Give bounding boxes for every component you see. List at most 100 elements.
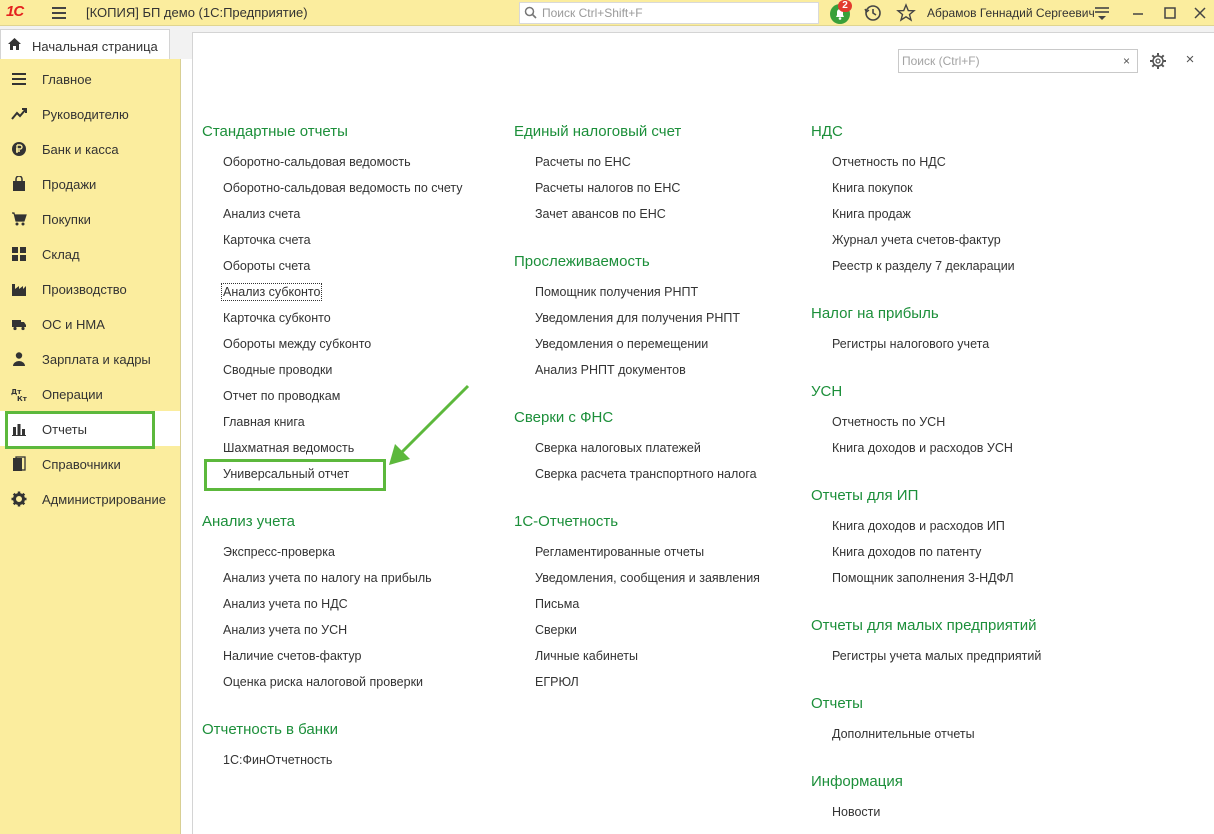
sidebar-item-label: Главное — [42, 72, 92, 87]
report-link[interactable]: Сводные проводки — [223, 363, 332, 377]
sidebar-item-bank[interactable]: Банк и касса — [0, 131, 180, 166]
panel-search-input[interactable] — [902, 53, 1092, 69]
report-link[interactable]: Новости — [832, 805, 880, 819]
report-link[interactable]: Отчет по проводкам — [223, 389, 340, 403]
sidebar-item-manager[interactable]: Руководителю — [0, 96, 180, 131]
user-name[interactable]: Абрамов Геннадий Сергеевич — [927, 6, 1095, 20]
report-link[interactable]: Оборотно-сальдовая ведомость по счету — [223, 181, 463, 195]
report-link[interactable]: Помощник получения РНПТ — [535, 285, 698, 299]
report-link[interactable]: Анализ счета — [223, 207, 300, 221]
app-logo[interactable]: 1С — [6, 3, 24, 20]
report-link[interactable]: Главная книга — [223, 415, 305, 429]
section-title-vat: НДС — [811, 123, 843, 140]
sidebar-item-operations[interactable]: Дт Кт Операции — [0, 376, 180, 411]
report-link[interactable]: Книга доходов по патенту — [832, 545, 981, 559]
panel-settings-gear-icon[interactable] — [1149, 52, 1167, 70]
report-link[interactable]: Уведомления, сообщения и заявления — [535, 571, 760, 585]
annotation-arrow-icon — [389, 384, 470, 465]
sidebar-item-purchases[interactable]: Покупки — [0, 201, 180, 236]
tab-home[interactable]: Начальная страница — [0, 29, 170, 59]
gear-icon — [11, 491, 27, 507]
report-link[interactable]: Письма — [535, 597, 579, 611]
section-title-usn: УСН — [811, 383, 843, 400]
panel-search[interactable] — [898, 49, 1118, 73]
report-link[interactable]: Регламентированные отчеты — [535, 545, 704, 559]
report-link[interactable]: Отчетность по УСН — [832, 415, 945, 429]
truck-icon — [12, 320, 26, 331]
report-link[interactable]: Реестр к разделу 7 декларации — [832, 259, 1015, 273]
report-link[interactable]: Оборотно-сальдовая ведомость — [223, 155, 411, 169]
favorites-star-icon[interactable] — [896, 3, 916, 23]
sidebar-item-catalogs[interactable]: Справочники — [0, 446, 180, 481]
report-link[interactable]: Уведомления для получения РНПТ — [535, 311, 740, 325]
report-link-universal[interactable]: Универсальный отчет — [223, 467, 349, 481]
report-link[interactable]: Обороты счета — [223, 259, 310, 273]
close-window-icon[interactable] — [1190, 3, 1210, 23]
report-link[interactable]: Анализ учета по НДС — [223, 597, 348, 611]
report-link[interactable]: Анализ учета по УСН — [223, 623, 347, 637]
report-link[interactable]: Личные кабинеты — [535, 649, 638, 663]
sidebar-item-label: Справочники — [42, 457, 121, 472]
sidebar-item-reports[interactable]: Отчеты — [0, 411, 180, 449]
report-link[interactable]: Книга покупок — [832, 181, 913, 195]
window-title: [КОПИЯ] БП демо (1С:Предприятие) — [86, 5, 308, 20]
report-link[interactable]: Помощник заполнения 3-НДФЛ — [832, 571, 1014, 585]
report-link[interactable]: Наличие счетов-фактур — [223, 649, 361, 663]
report-link[interactable]: Сверка налоговых платежей — [535, 441, 701, 455]
report-link[interactable]: Регистры учета малых предприятий — [832, 649, 1041, 663]
maximize-icon[interactable] — [1160, 3, 1180, 23]
sidebar-item-production[interactable]: Производство — [0, 271, 180, 306]
report-link[interactable]: ЕГРЮЛ — [535, 675, 579, 689]
sidebar-item-salary[interactable]: Зарплата и кадры — [0, 341, 180, 376]
report-link[interactable]: Сверка расчета транспортного налога — [535, 467, 757, 481]
report-link[interactable]: Расчеты по ЕНС — [535, 155, 631, 169]
sidebar-item-label: Руководителю — [42, 107, 129, 122]
report-link[interactable]: Карточка субконто — [223, 311, 331, 325]
report-link[interactable]: Оценка риска налоговой проверки — [223, 675, 423, 689]
report-link[interactable]: Экспресс-проверка — [223, 545, 335, 559]
section-title-info: Информация — [811, 773, 903, 790]
main-menu-icon[interactable] — [48, 3, 70, 23]
section-title-bank: Отчетность в банки — [202, 721, 338, 738]
report-link[interactable]: 1С:ФинОтчетность — [223, 753, 332, 767]
close-panel-button[interactable]: × — [1182, 52, 1198, 68]
grid-icon — [12, 247, 26, 261]
trend-icon — [11, 108, 27, 120]
report-link-focused[interactable]: Анализ субконто — [220, 283, 323, 301]
minimize-icon[interactable] — [1128, 3, 1148, 23]
report-link[interactable]: Зачет авансов по ЕНС — [535, 207, 666, 221]
report-link[interactable]: Книга доходов и расходов ИП — [832, 519, 1005, 533]
home-icon — [8, 38, 21, 50]
clear-search-button[interactable]: × — [1116, 49, 1138, 73]
report-link[interactable]: Регистры налогового учета — [832, 337, 989, 351]
settings-menu-icon[interactable] — [1092, 3, 1112, 23]
section-title-reports: Отчеты — [811, 695, 863, 712]
report-link[interactable]: Книга продаж — [832, 207, 911, 221]
sidebar-item-sales[interactable]: Продажи — [0, 166, 180, 201]
sidebar-item-label: Банк и касса — [42, 142, 119, 157]
report-link[interactable]: Шахматная ведомость — [223, 441, 354, 455]
section-title-ens: Единый налоговый счет — [514, 123, 682, 140]
report-link[interactable]: Расчеты налогов по ЕНС — [535, 181, 680, 195]
notification-count-badge: 2 — [838, 0, 852, 12]
global-search-input[interactable] — [542, 5, 812, 21]
report-link[interactable]: Журнал учета счетов-фактур — [832, 233, 1001, 247]
ruble-icon — [12, 142, 26, 156]
sidebar-item-main[interactable]: Главное — [0, 61, 180, 96]
report-link[interactable]: Анализ РНПТ документов — [535, 363, 686, 377]
global-search[interactable] — [519, 2, 819, 24]
report-link[interactable]: Карточка счета — [223, 233, 311, 247]
sidebar-item-warehouse[interactable]: Склад — [0, 236, 180, 271]
sidebar-item-fixed-assets[interactable]: ОС и НМА — [0, 306, 180, 341]
report-link[interactable]: Дополнительные отчеты — [832, 727, 975, 741]
sidebar-item-admin[interactable]: Администрирование — [0, 481, 180, 516]
report-link[interactable]: Обороты между субконто — [223, 337, 371, 351]
sidebar-item-label: Операции — [42, 387, 103, 402]
bag-icon — [13, 176, 25, 191]
report-link[interactable]: Книга доходов и расходов УСН — [832, 441, 1013, 455]
report-link[interactable]: Уведомления о перемещении — [535, 337, 708, 351]
report-link[interactable]: Анализ учета по налогу на прибыль — [223, 571, 432, 585]
report-link[interactable]: Отчетность по НДС — [832, 155, 946, 169]
history-icon[interactable] — [863, 3, 883, 23]
report-link[interactable]: Сверки — [535, 623, 577, 637]
